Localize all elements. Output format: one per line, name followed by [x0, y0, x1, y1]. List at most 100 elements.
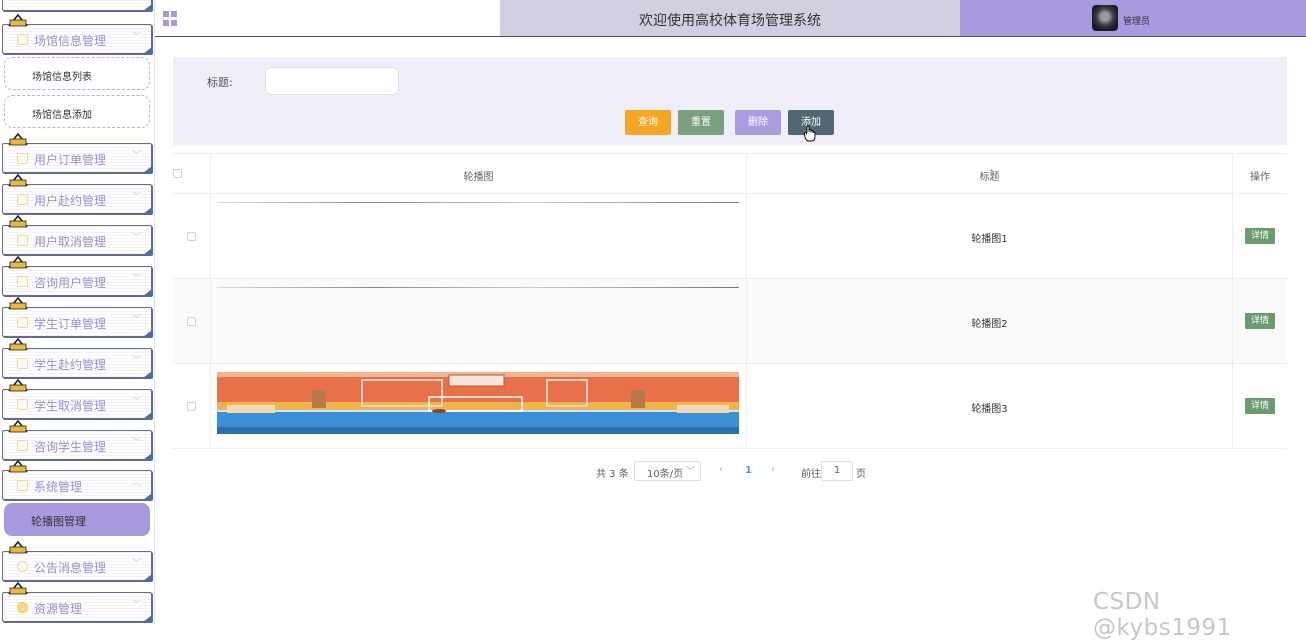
page-size-select[interactable]: 10条/页 ﹀ — [634, 461, 701, 481]
chevron-down-icon: ﹀ — [131, 559, 141, 569]
row-title: 轮播图1 — [971, 234, 1008, 245]
column-header-actions: 操作 — [1233, 154, 1287, 194]
sidebar-menu-student-orders[interactable]: 学生订单管理 ﹀ — [2, 296, 152, 337]
sidebar-subitem-venue-add[interactable]: 场馆信息添加 — [4, 95, 150, 128]
goto-page-input[interactable]: 1 — [821, 461, 853, 481]
page-size-value: 10条/页 — [647, 469, 684, 480]
row-title: 轮播图2 — [971, 319, 1008, 330]
info-icon — [17, 561, 28, 572]
column-header-label: 操作 — [1250, 172, 1270, 183]
menu-icon — [17, 235, 28, 246]
table-row: 轮播图1 详情 — [173, 194, 1287, 279]
table-row: 轮播图3 详情 — [173, 364, 1287, 449]
binder-clip-icon — [8, 132, 28, 146]
sort-icon[interactable]: ⬍ — [751, 168, 1232, 177]
prev-page-icon[interactable]: ‹ — [719, 464, 723, 484]
select-all-checkbox[interactable] — [173, 169, 182, 178]
sidebar-menu-label: 用户取消管理 — [34, 235, 107, 249]
gymnasium-image — [217, 372, 739, 434]
row-checkbox[interactable] — [187, 402, 196, 411]
sidebar-menu-label: 咨询学生管理 — [34, 440, 107, 454]
reset-button[interactable]: 重置 — [678, 110, 724, 135]
sidebar-menu-user-cancel[interactable]: 用户取消管理 ﹀ — [2, 214, 152, 255]
binder-clip-icon — [8, 214, 28, 228]
binder-clip-icon — [8, 540, 28, 554]
detail-button[interactable]: 详情 — [1245, 398, 1275, 414]
sidebar-menu-label: 资源管理 — [34, 602, 83, 616]
title-search-input[interactable] — [265, 67, 399, 95]
chevron-down-icon: ﹀ — [131, 32, 141, 42]
hand-cursor-icon — [804, 125, 816, 142]
chevron-down-icon: ﹀ — [131, 274, 141, 284]
delete-button[interactable]: 删除 — [735, 110, 781, 135]
row-checkbox[interactable] — [187, 317, 196, 326]
sidebar-menu-label: 系统管理 — [34, 480, 83, 494]
chevron-up-icon: ︿ — [131, 478, 141, 488]
chevron-down-icon: ﹀ — [131, 151, 141, 161]
binder-clip-icon — [8, 255, 28, 269]
detail-button[interactable]: 详情 — [1245, 228, 1275, 244]
binder-clip-icon — [8, 581, 28, 595]
chevron-down-icon: ﹀ — [131, 315, 141, 325]
chevron-down-icon: ﹀ — [131, 192, 141, 202]
sidebar-item-label: 轮播图管理 — [31, 515, 86, 528]
sidebar-menu-notice[interactable]: 公告消息管理 ﹀ — [2, 540, 152, 581]
title-band: 欢迎使用高校体育场管理系统 — [500, 0, 960, 36]
binder-clip-icon — [8, 459, 28, 473]
menu-icon — [17, 358, 28, 369]
table-row: 轮播图2 详情 — [173, 279, 1287, 364]
binder-clip-icon — [8, 296, 28, 310]
title-filter-label: 标题: — [207, 76, 233, 89]
chevron-down-icon: ﹀ — [131, 600, 141, 610]
carousel-image-cell — [211, 194, 747, 279]
avatar[interactable] — [1092, 5, 1118, 31]
menu-icon — [17, 34, 28, 45]
sidebar-item-carousel[interactable]: 轮播图管理 — [4, 503, 150, 536]
sidebar-menu-student-appointments[interactable]: 学生赴约管理 ﹀ — [2, 337, 152, 378]
binder-clip-icon — [8, 378, 28, 392]
sidebar-menu-clipped[interactable] — [2, 0, 152, 11]
sidebar-menu-label: 公告消息管理 — [34, 561, 107, 575]
chevron-down-icon: ﹀ — [131, 233, 141, 243]
goto-label: 前往 — [801, 469, 821, 480]
carousel-image-cell — [211, 364, 747, 449]
menu-icon — [17, 153, 28, 164]
page-suffix: 页 — [856, 469, 866, 480]
sidebar-menu-label: 学生赴约管理 — [34, 358, 107, 372]
sidebar-menu-system[interactable]: 系统管理 ︿ — [2, 459, 152, 500]
sidebar-menu-label: 用户赴约管理 — [34, 194, 107, 208]
chevron-down-icon: ﹀ — [685, 467, 695, 477]
menu-icon — [17, 440, 28, 451]
top-header: 欢迎使用高校体育场管理系统 管理员 — [155, 0, 1306, 37]
menu-icon — [17, 317, 28, 328]
sidebar-menu-resources[interactable]: 资源管理 ﹀ — [2, 581, 152, 622]
chevron-down-icon: ﹀ — [131, 438, 141, 448]
column-header-title[interactable]: 标题 ⬍ — [747, 154, 1233, 194]
menu-icon — [17, 276, 28, 287]
subitem-label: 场馆信息添加 — [32, 110, 92, 121]
current-page[interactable]: 1 — [745, 465, 752, 485]
lightbulb-icon — [17, 602, 28, 613]
next-page-icon[interactable]: › — [771, 464, 775, 484]
image-icon — [17, 480, 28, 491]
sidebar-menu-label: 场馆信息管理 — [34, 34, 107, 48]
sidebar-menu-label: 学生取消管理 — [34, 399, 107, 413]
sidebar-menu-consult-student[interactable]: 咨询学生管理 ﹀ — [2, 419, 152, 460]
sidebar-subitem-venue-list[interactable]: 场馆信息列表 — [4, 57, 150, 90]
carousel-table: 轮播图 标题 ⬍ 操作 轮播图1 详情 轮播图2 详情 轮播图3 详情 — [173, 153, 1287, 449]
detail-button[interactable]: 详情 — [1245, 313, 1275, 329]
sidebar-menu-user-orders[interactable]: 用户订单管理 ﹀ — [2, 132, 152, 173]
pagination-total: 共 3 条 — [596, 469, 629, 480]
sidebar-menu-student-cancel[interactable]: 学生取消管理 ﹀ — [2, 378, 152, 419]
sidebar-menu-venue[interactable]: 场馆信息管理 ﹀ — [2, 13, 152, 54]
watermark: CSDN @kybs1991 — [1093, 589, 1232, 641]
row-checkbox[interactable] — [187, 232, 196, 241]
menu-grid-icon[interactable] — [163, 11, 178, 26]
binder-clip-icon — [8, 337, 28, 351]
sidebar-menu-consult-user[interactable]: 咨询用户管理 ﹀ — [2, 255, 152, 296]
query-button[interactable]: 查询 — [625, 110, 671, 135]
sidebar-menu-user-appointments[interactable]: 用户赴约管理 ﹀ — [2, 173, 152, 214]
search-panel: 标题: 查询 重置 删除 添加 — [173, 57, 1287, 145]
user-menu[interactable]: 管理员 — [960, 0, 1306, 36]
binder-clip-icon — [8, 13, 28, 27]
